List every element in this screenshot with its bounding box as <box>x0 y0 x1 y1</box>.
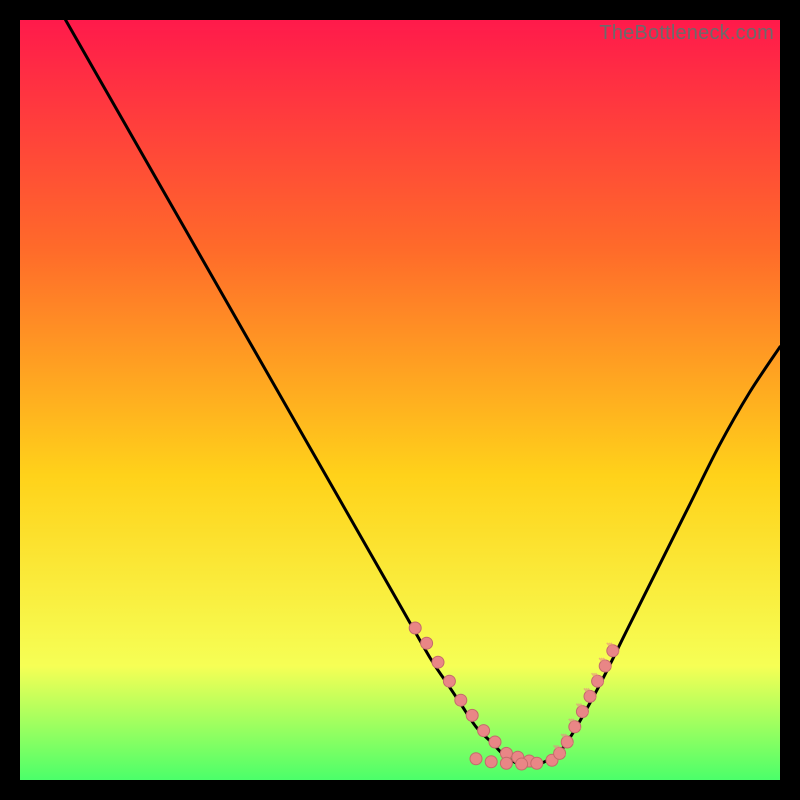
left-cluster-point <box>443 675 455 687</box>
left-cluster-point <box>478 725 490 737</box>
left-cluster-point <box>489 736 501 748</box>
bottleneck-chart <box>20 20 780 780</box>
left-cluster-point <box>455 694 467 706</box>
chart-background <box>20 20 780 780</box>
left-cluster-point <box>421 637 433 649</box>
valley-cluster-point <box>485 756 497 768</box>
left-cluster-point <box>432 656 444 668</box>
valley-cluster-point <box>516 758 528 770</box>
valley-cluster-point <box>531 757 543 769</box>
valley-cluster-point <box>470 753 482 765</box>
valley-cluster-point <box>500 757 512 769</box>
left-cluster-point <box>466 709 478 721</box>
chart-frame: TheBottleneck.com <box>20 20 780 780</box>
watermark-label: TheBottleneck.com <box>599 22 774 45</box>
left-cluster-point <box>409 622 421 634</box>
